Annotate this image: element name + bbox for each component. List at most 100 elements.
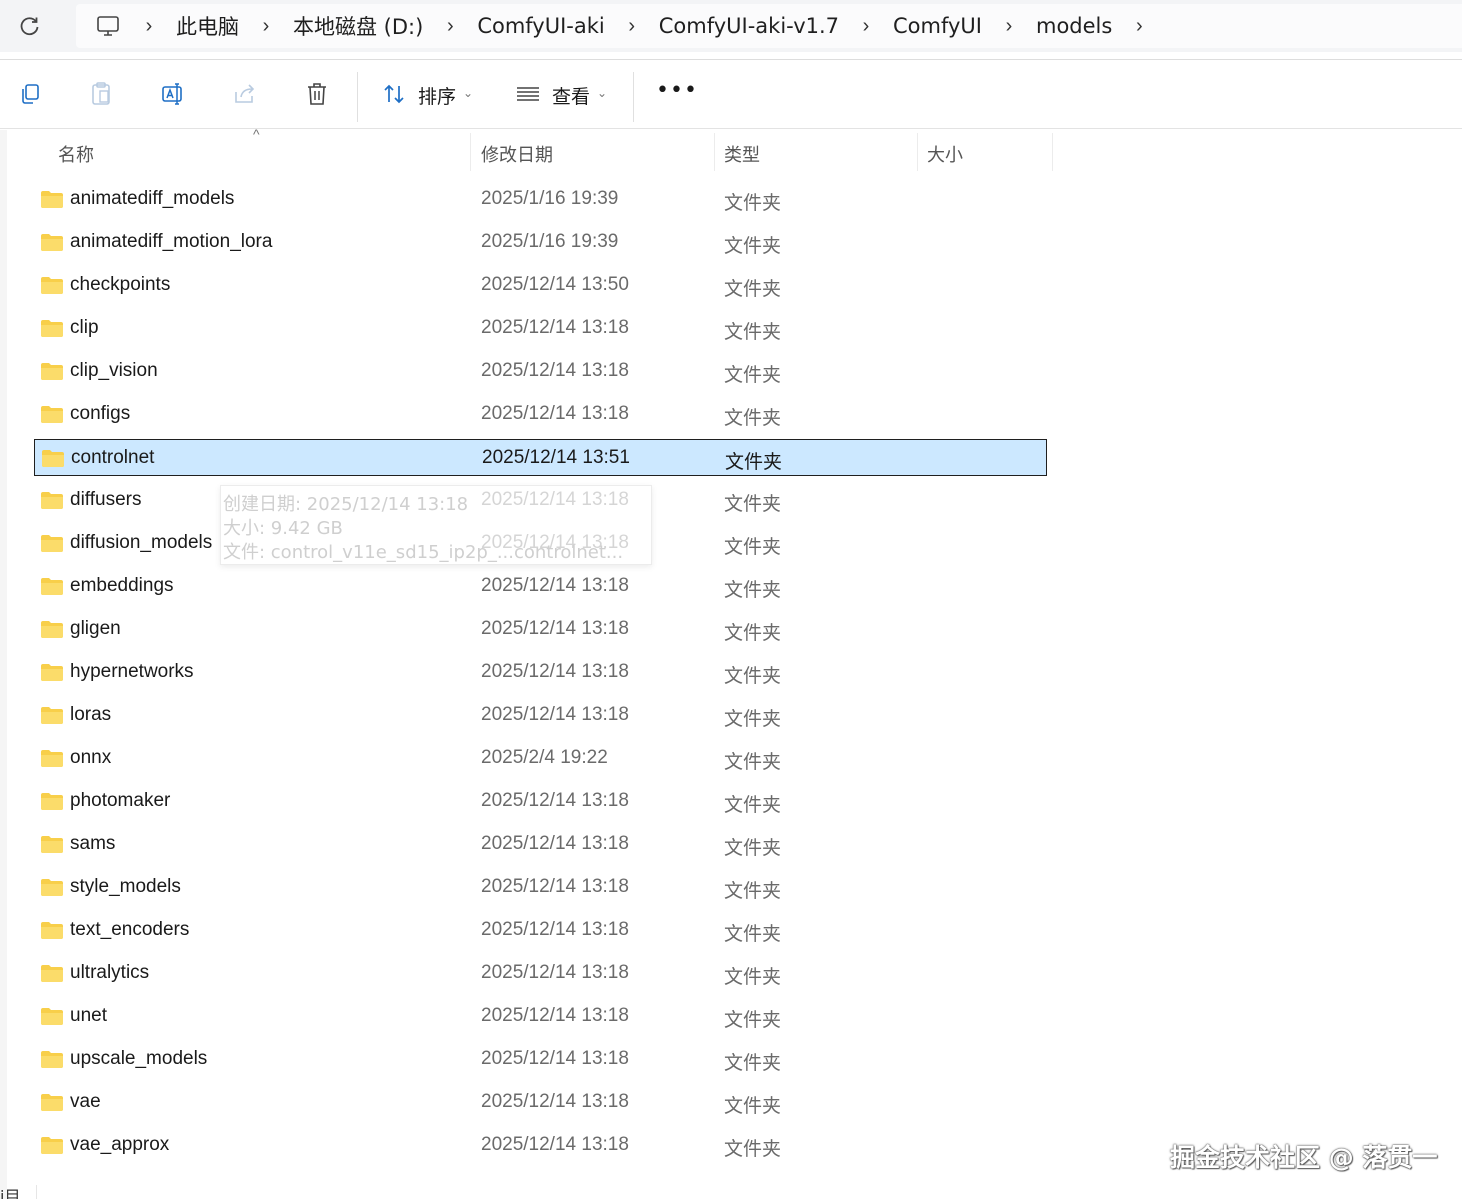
file-row[interactable]: embeddings 2025/12/14 13:18 文件夹 [34,568,1047,605]
share-icon[interactable] [227,76,263,112]
file-row[interactable]: animatediff_motion_lora 2025/1/16 19:39 文件… [34,224,1047,261]
folder-icon [40,620,64,639]
column-header-name[interactable]: 名称 [58,141,94,167]
file-row[interactable]: animatediff_models 2025/1/16 19:39 文件夹 [34,181,1047,218]
file-type: 文件夹 [724,665,782,687]
breadcrumb-item[interactable]: ComfyUI [885,14,990,38]
file-row[interactable]: text_encoders 2025/12/14 13:18 文件夹 [34,912,1047,949]
file-modified: 2025/12/14 13:18 [481,1091,629,1112]
file-row[interactable]: hypernetworks 2025/12/14 13:18 文件夹 [34,654,1047,691]
file-row[interactable]: onnx 2025/2/4 19:22 文件夹 [34,740,1047,777]
file-row[interactable]: sams 2025/12/14 13:18 文件夹 [34,826,1047,863]
folder-icon [40,964,64,983]
file-type: 文件夹 [724,1052,782,1074]
sort-icon[interactable] [376,76,412,112]
folder-icon [40,577,64,596]
chevron-right-icon[interactable]: › [847,15,885,38]
paste-icon[interactable] [83,76,119,112]
file-modified: 2025/12/14 13:18 [481,1134,629,1155]
file-modified: 2025/1/16 19:39 [481,188,619,209]
chevron-right-icon[interactable]: › [990,15,1028,38]
column-divider[interactable] [917,133,918,171]
chevron-right-icon[interactable]: › [1120,15,1158,38]
copy-icon[interactable] [12,76,48,112]
chevron-right-icon[interactable]: › [130,15,168,38]
file-name: embeddings [70,575,174,596]
folder-icon [40,362,64,381]
file-row[interactable]: photomaker 2025/12/14 13:18 文件夹 [34,783,1047,820]
file-row[interactable]: clip 2025/12/14 13:18 文件夹 [34,310,1047,347]
file-modified: 2025/12/14 13:18 [481,575,629,596]
breadcrumb-item[interactable]: ComfyUI-aki-v1.7 [651,14,847,38]
file-type: 文件夹 [724,321,782,343]
file-name: animatediff_models [70,188,235,209]
column-divider[interactable] [714,133,715,171]
file-row[interactable]: loras 2025/12/14 13:18 文件夹 [34,697,1047,734]
file-type: 文件夹 [724,192,782,214]
folder-icon [40,663,64,682]
more-options-icon[interactable]: ••• [656,78,698,103]
file-modified: 2025/12/14 13:18 [481,403,629,424]
file-row[interactable]: ultralytics 2025/12/14 13:18 文件夹 [34,955,1047,992]
folder-icon [40,1050,64,1069]
column-header-type[interactable]: 类型 [724,141,760,167]
sort-button-label[interactable]: 排序 [418,82,456,109]
view-icon[interactable] [510,76,546,112]
file-row[interactable]: upscale_models 2025/12/14 13:18 文件夹 [34,1041,1047,1078]
file-row[interactable]: vae 2025/12/14 13:18 文件夹 [34,1084,1047,1121]
column-header-modified[interactable]: 修改日期 [481,141,553,167]
chevron-right-icon[interactable]: › [247,15,285,38]
file-modified: 2025/1/16 19:39 [481,231,619,252]
computer-icon[interactable] [86,8,130,44]
file-row[interactable]: configs 2025/12/14 13:18 文件夹 [34,396,1047,433]
toolbar-separator [633,72,634,122]
column-header-size[interactable]: 大小 [927,141,963,167]
file-modified: 2025/12/14 13:18 [481,833,629,854]
file-name: sams [70,833,116,854]
file-modified: 2025/12/14 13:18 [481,360,629,381]
file-row[interactable]: style_models 2025/12/14 13:18 文件夹 [34,869,1047,906]
delete-icon[interactable] [299,76,335,112]
folder-icon [40,491,64,510]
file-name: vae_approx [70,1134,170,1155]
file-row[interactable]: unet 2025/12/14 13:18 文件夹 [34,998,1047,1035]
folder-icon [40,319,64,338]
address-bar: › 此电脑 › 本地磁盘 (D:) › ComfyUI-aki › ComfyU… [0,0,1462,52]
view-button-label[interactable]: 查看 [552,82,590,109]
chevron-right-icon[interactable]: › [431,15,469,38]
file-modified: 2025/12/14 13:18 [481,1005,629,1026]
breadcrumb-item[interactable]: 本地磁盘 (D:) [285,11,431,41]
folder-icon [40,1093,64,1112]
breadcrumb-item[interactable]: models [1028,14,1120,38]
breadcrumb[interactable]: › 此电脑 › 本地磁盘 (D:) › ComfyUI-aki › ComfyU… [76,4,1462,48]
folder-tooltip: 创建日期: 2025/12/14 13:18 大小: 9.42 GB 文件: c… [220,485,652,565]
file-name: upscale_models [70,1048,208,1069]
file-row[interactable]: checkpoints 2025/12/14 13:50 文件夹 [34,267,1047,304]
file-type: 文件夹 [724,579,782,601]
file-row[interactable]: vae_approx 2025/12/14 13:18 文件夹 [34,1127,1047,1164]
folder-icon [40,792,64,811]
column-divider[interactable] [470,133,471,171]
command-bar: 排序 ⌄ 查看 ⌄ ••• [0,62,1462,128]
chevron-right-icon[interactable]: › [613,15,651,38]
divider [0,59,1462,60]
refresh-icon[interactable] [12,8,48,44]
file-type: 文件夹 [724,1009,782,1031]
column-divider[interactable] [1052,133,1053,171]
file-name: hypernetworks [70,661,194,682]
file-name: vae [70,1091,101,1112]
chevron-down-icon[interactable]: ⌄ [463,86,473,100]
folder-icon [40,190,64,209]
file-row[interactable]: controlnet 2025/12/14 13:51 文件夹 [34,439,1047,476]
file-name: configs [70,403,131,424]
file-modified: 2025/12/14 13:18 [481,704,629,725]
chevron-down-icon[interactable]: ⌄ [597,86,607,100]
file-row[interactable]: clip_vision 2025/12/14 13:18 文件夹 [34,353,1047,390]
breadcrumb-item[interactable]: ComfyUI-aki [469,14,612,38]
breadcrumb-item[interactable]: 此电脑 [168,11,247,41]
file-name: animatediff_motion_lora [70,231,273,252]
folder-icon [40,878,64,897]
toolbar-separator [357,72,358,122]
file-row[interactable]: gligen 2025/12/14 13:18 文件夹 [34,611,1047,648]
rename-icon[interactable] [155,76,191,112]
